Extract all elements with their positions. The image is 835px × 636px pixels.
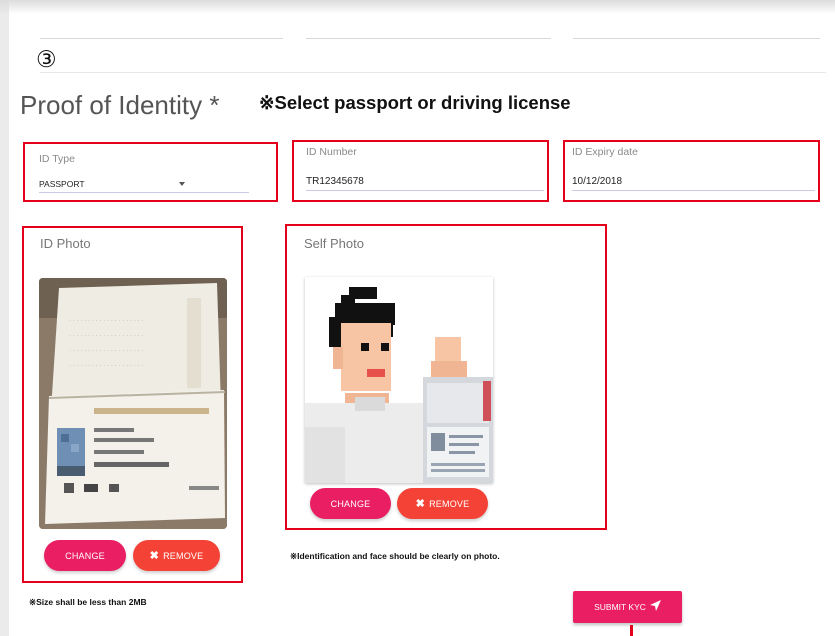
id-photo-change-button[interactable]: CHANGE bbox=[44, 540, 126, 571]
prev-field-underline-3 bbox=[573, 38, 820, 39]
self-photo-remove-button[interactable]: ✖ REMOVE bbox=[397, 488, 488, 519]
self-photo-note: ※Identification and face should be clear… bbox=[290, 551, 500, 561]
prev-field-underline-1 bbox=[40, 38, 283, 39]
selfie-pixel-image bbox=[305, 277, 493, 483]
svg-text:· · · · · · · · · · · · · · ·: · · · · · · · · · · · · · · · · · · · · bbox=[69, 363, 143, 370]
svg-text:· · · · · · · · · · · · · · ·: · · · · · · · · · · · · · · · · · · · · bbox=[69, 348, 143, 355]
passport-image: · · · · · · · · · · · · · · · · · · · · … bbox=[39, 278, 227, 529]
send-icon bbox=[649, 600, 661, 614]
self-photo-remove-label: REMOVE bbox=[429, 498, 470, 509]
self-photo-change-button[interactable]: CHANGE bbox=[310, 488, 391, 519]
svg-text:· · · · · · · · · · · · · · ·: · · · · · · · · · · · · · · · · · · · · bbox=[69, 333, 143, 340]
close-icon: ✖ bbox=[149, 550, 160, 562]
highlight-pointer bbox=[630, 625, 633, 636]
section-divider bbox=[40, 72, 826, 73]
highlight-id-expiry bbox=[563, 140, 820, 202]
id-photo-image: · · · · · · · · · · · · · · · · · · · · … bbox=[39, 278, 227, 529]
close-icon: ✖ bbox=[415, 498, 426, 510]
highlight-id-type bbox=[23, 142, 278, 202]
self-photo-change-label: CHANGE bbox=[330, 498, 371, 509]
id-photo-remove-button[interactable]: ✖ REMOVE bbox=[133, 540, 220, 571]
highlight-id-number bbox=[292, 140, 549, 202]
top-shadow bbox=[0, 0, 835, 14]
step-number: ③ bbox=[36, 46, 57, 72]
submit-kyc-button[interactable]: SUBMIT KYC bbox=[573, 591, 682, 623]
section-annotation: ※Select passport or driving license bbox=[259, 92, 571, 113]
left-sidebar-edge bbox=[0, 0, 9, 636]
self-photo-label: Self Photo bbox=[304, 236, 364, 251]
id-photo-change-label: CHANGE bbox=[65, 550, 105, 561]
self-photo-image bbox=[305, 277, 493, 483]
submit-kyc-label: SUBMIT KYC bbox=[594, 602, 646, 612]
id-photo-remove-label: REMOVE bbox=[163, 550, 204, 561]
prev-field-underline-2 bbox=[306, 38, 551, 39]
id-photo-label: ID Photo bbox=[40, 236, 91, 251]
id-photo-size-note: ※Size shall be less than 2MB bbox=[29, 597, 147, 607]
svg-text:· · · · · · · · · · · · · · ·: · · · · · · · · · · · · · · · · · · · · bbox=[69, 318, 143, 325]
section-title: Proof of Identity * bbox=[20, 90, 220, 120]
